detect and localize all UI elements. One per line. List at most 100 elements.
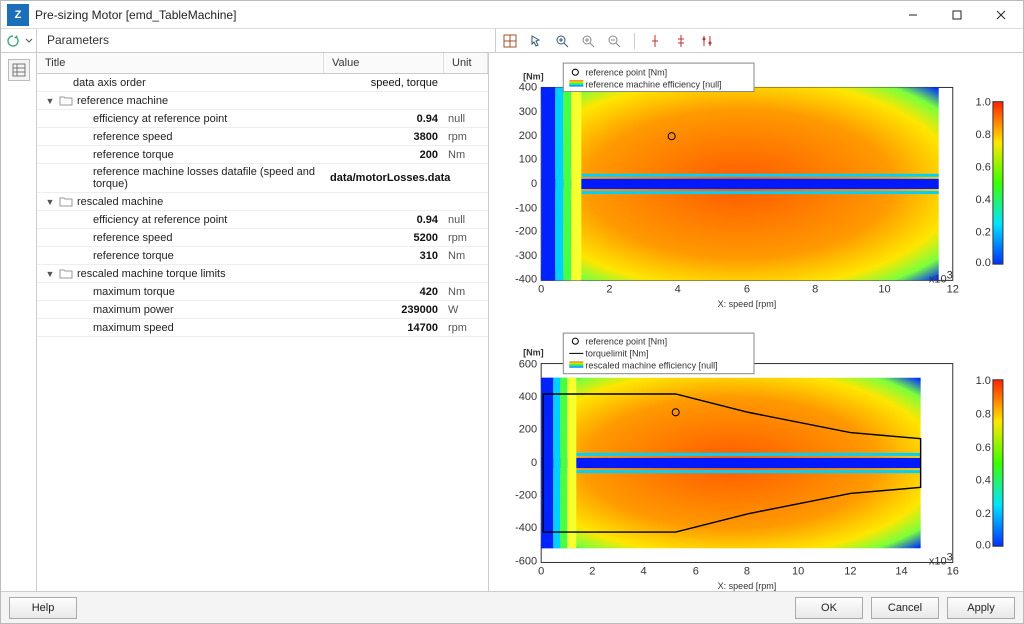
- svg-text:-600: -600: [515, 555, 537, 567]
- zoom-out-icon[interactable]: [606, 33, 622, 49]
- cancel-button[interactable]: Cancel: [871, 597, 939, 619]
- row-resc-torque[interactable]: reference torque310Nm: [37, 247, 488, 265]
- svg-text:0.8: 0.8: [976, 408, 991, 420]
- apply-button[interactable]: Apply: [947, 597, 1015, 619]
- row-max-power[interactable]: maximum power239000W: [37, 301, 488, 319]
- svg-text:4: 4: [641, 566, 647, 578]
- col-title[interactable]: Title: [37, 53, 324, 73]
- twisty-icon[interactable]: ▼: [45, 96, 55, 106]
- row-ref-torque[interactable]: reference torque200Nm: [37, 146, 488, 164]
- svg-text:torquelimit [Nm]: torquelimit [Nm]: [585, 348, 648, 358]
- svg-text:200: 200: [519, 424, 537, 436]
- svg-text:0: 0: [538, 566, 544, 578]
- svg-text:1.0: 1.0: [976, 375, 991, 387]
- svg-text:-400: -400: [515, 522, 537, 534]
- svg-text:2: 2: [606, 284, 612, 296]
- marker-settings-icon[interactable]: [699, 33, 715, 49]
- row-ref-losses[interactable]: reference machine losses datafile (speed…: [37, 164, 488, 193]
- plot-area: 400 300 200 100 0 -100 -200 -300 -400 [N…: [489, 53, 1023, 591]
- svg-text:400: 400: [519, 81, 537, 93]
- group-rescaled-machine[interactable]: ▼ rescaled machine: [37, 193, 488, 211]
- svg-text:rescaled machine efficiency [n: rescaled machine efficiency [null]: [585, 361, 717, 371]
- svg-text:8: 8: [812, 284, 818, 296]
- svg-text:300: 300: [519, 106, 537, 118]
- svg-text:-300: -300: [515, 250, 537, 262]
- row-max-speed[interactable]: maximum speed14700rpm: [37, 319, 488, 337]
- svg-text:4: 4: [675, 284, 681, 296]
- refresh-icon[interactable]: [5, 33, 21, 49]
- svg-text:0.6: 0.6: [976, 442, 991, 454]
- svg-text:[Nm]: [Nm]: [523, 71, 544, 81]
- svg-text:400: 400: [519, 391, 537, 403]
- svg-text:1.0: 1.0: [976, 97, 991, 109]
- svg-text:0: 0: [531, 457, 537, 469]
- col-unit[interactable]: Unit: [444, 53, 488, 73]
- ok-button[interactable]: OK: [795, 597, 863, 619]
- svg-text:14: 14: [895, 566, 907, 578]
- row-ref-eff[interactable]: efficiency at reference point0.94null: [37, 110, 488, 128]
- plot-toolbar: [495, 29, 1023, 52]
- svg-text:-200: -200: [515, 489, 537, 501]
- row-resc-eff[interactable]: efficiency at reference point0.94null: [37, 211, 488, 229]
- maximize-button[interactable]: [935, 1, 979, 29]
- twisty-icon[interactable]: ▼: [45, 269, 55, 279]
- marker1-icon[interactable]: [647, 33, 663, 49]
- svg-text:12: 12: [947, 284, 959, 296]
- plot-rescaled-efficiency[interactable]: 600 400 200 0 -200 -400 -600 [Nm] 0 2 4 …: [493, 327, 1015, 599]
- close-button[interactable]: [979, 1, 1023, 29]
- plot-reference-efficiency[interactable]: 400 300 200 100 0 -100 -200 -300 -400 [N…: [493, 57, 1015, 321]
- group-reference-machine[interactable]: ▼ reference machine: [37, 92, 488, 110]
- app-icon: Z: [7, 4, 29, 26]
- svg-text:reference point [Nm]: reference point [Nm]: [585, 336, 667, 346]
- minimize-button[interactable]: [891, 1, 935, 29]
- svg-text:[Nm]: [Nm]: [523, 347, 544, 357]
- dropdown-icon[interactable]: [25, 33, 33, 49]
- svg-text:reference point [Nm]: reference point [Nm]: [585, 67, 667, 77]
- grid-icon[interactable]: [502, 33, 518, 49]
- svg-text:0.6: 0.6: [976, 162, 991, 174]
- folder-icon: [59, 268, 73, 279]
- row-data-axis-order[interactable]: data axis order speed, torque: [37, 74, 488, 92]
- svg-text:6: 6: [744, 284, 750, 296]
- svg-text:0.8: 0.8: [976, 129, 991, 141]
- svg-text:-200: -200: [515, 226, 537, 238]
- help-button[interactable]: Help: [9, 597, 77, 619]
- svg-text:600: 600: [519, 359, 537, 371]
- svg-text:0.2: 0.2: [976, 508, 991, 520]
- svg-text:0: 0: [538, 284, 544, 296]
- svg-text:10: 10: [878, 284, 890, 296]
- svg-text:16: 16: [947, 566, 959, 578]
- row-max-torque[interactable]: maximum torque420Nm: [37, 283, 488, 301]
- svg-text:0.4: 0.4: [976, 194, 991, 206]
- svg-text:8: 8: [744, 566, 750, 578]
- row-ref-speed[interactable]: reference speed3800rpm: [37, 128, 488, 146]
- svg-text:0.2: 0.2: [976, 227, 991, 239]
- folder-icon: [59, 95, 73, 106]
- svg-text:X: speed [rpm]: X: speed [rpm]: [718, 581, 777, 591]
- marker2-icon[interactable]: [673, 33, 689, 49]
- svg-text:-100: -100: [515, 202, 537, 214]
- twisty-icon[interactable]: ▼: [45, 197, 55, 207]
- svg-text:10: 10: [792, 566, 804, 578]
- zoom-fit-icon[interactable]: [554, 33, 570, 49]
- svg-text:reference machine efficiency [: reference machine efficiency [null]: [585, 79, 721, 89]
- svg-text:6: 6: [693, 566, 699, 578]
- svg-text:0.0: 0.0: [976, 539, 991, 551]
- folder-icon: [59, 196, 73, 207]
- group-torque-limits[interactable]: ▼ rescaled machine torque limits: [37, 265, 488, 283]
- svg-text:100: 100: [519, 154, 537, 166]
- window-title: Pre-sizing Motor [emd_TableMachine]: [35, 8, 891, 22]
- svg-text:200: 200: [519, 130, 537, 142]
- tab-parameters[interactable]: Parameters: [37, 29, 119, 52]
- row-resc-speed[interactable]: reference speed5200rpm: [37, 229, 488, 247]
- svg-text:X: speed [rpm]: X: speed [rpm]: [718, 299, 777, 309]
- pointer-icon[interactable]: [528, 33, 544, 49]
- svg-text:-400: -400: [515, 273, 537, 285]
- rail-table-icon[interactable]: [8, 59, 30, 81]
- zoom-in-icon[interactable]: [580, 33, 596, 49]
- col-value[interactable]: Value: [324, 53, 444, 73]
- svg-text:0.4: 0.4: [976, 474, 991, 486]
- svg-text:0.0: 0.0: [976, 257, 991, 269]
- svg-text:12: 12: [844, 566, 856, 578]
- parameters-panel: Title Value Unit data axis order speed, …: [37, 53, 489, 591]
